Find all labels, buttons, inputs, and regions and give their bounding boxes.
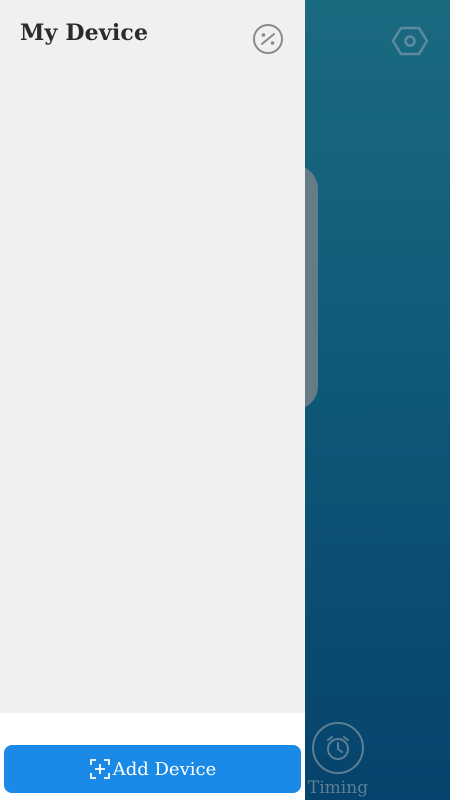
add-device-button[interactable]: Add Device bbox=[4, 745, 301, 793]
hexagon-settings-icon bbox=[391, 26, 429, 56]
discount-button[interactable] bbox=[251, 23, 285, 55]
timing-button[interactable]: Timing bbox=[305, 722, 371, 800]
percent-circle-icon bbox=[253, 24, 283, 54]
drawer-title: My Device bbox=[20, 20, 149, 46]
timing-icon-ring bbox=[312, 722, 364, 774]
timing-label: Timing bbox=[307, 778, 369, 798]
scan-plus-icon bbox=[89, 758, 111, 780]
device-drawer: My Device bbox=[0, 0, 305, 713]
settings-button[interactable] bbox=[391, 22, 429, 60]
add-device-label: Add Device bbox=[112, 758, 217, 780]
alarm-clock-icon bbox=[327, 736, 349, 760]
